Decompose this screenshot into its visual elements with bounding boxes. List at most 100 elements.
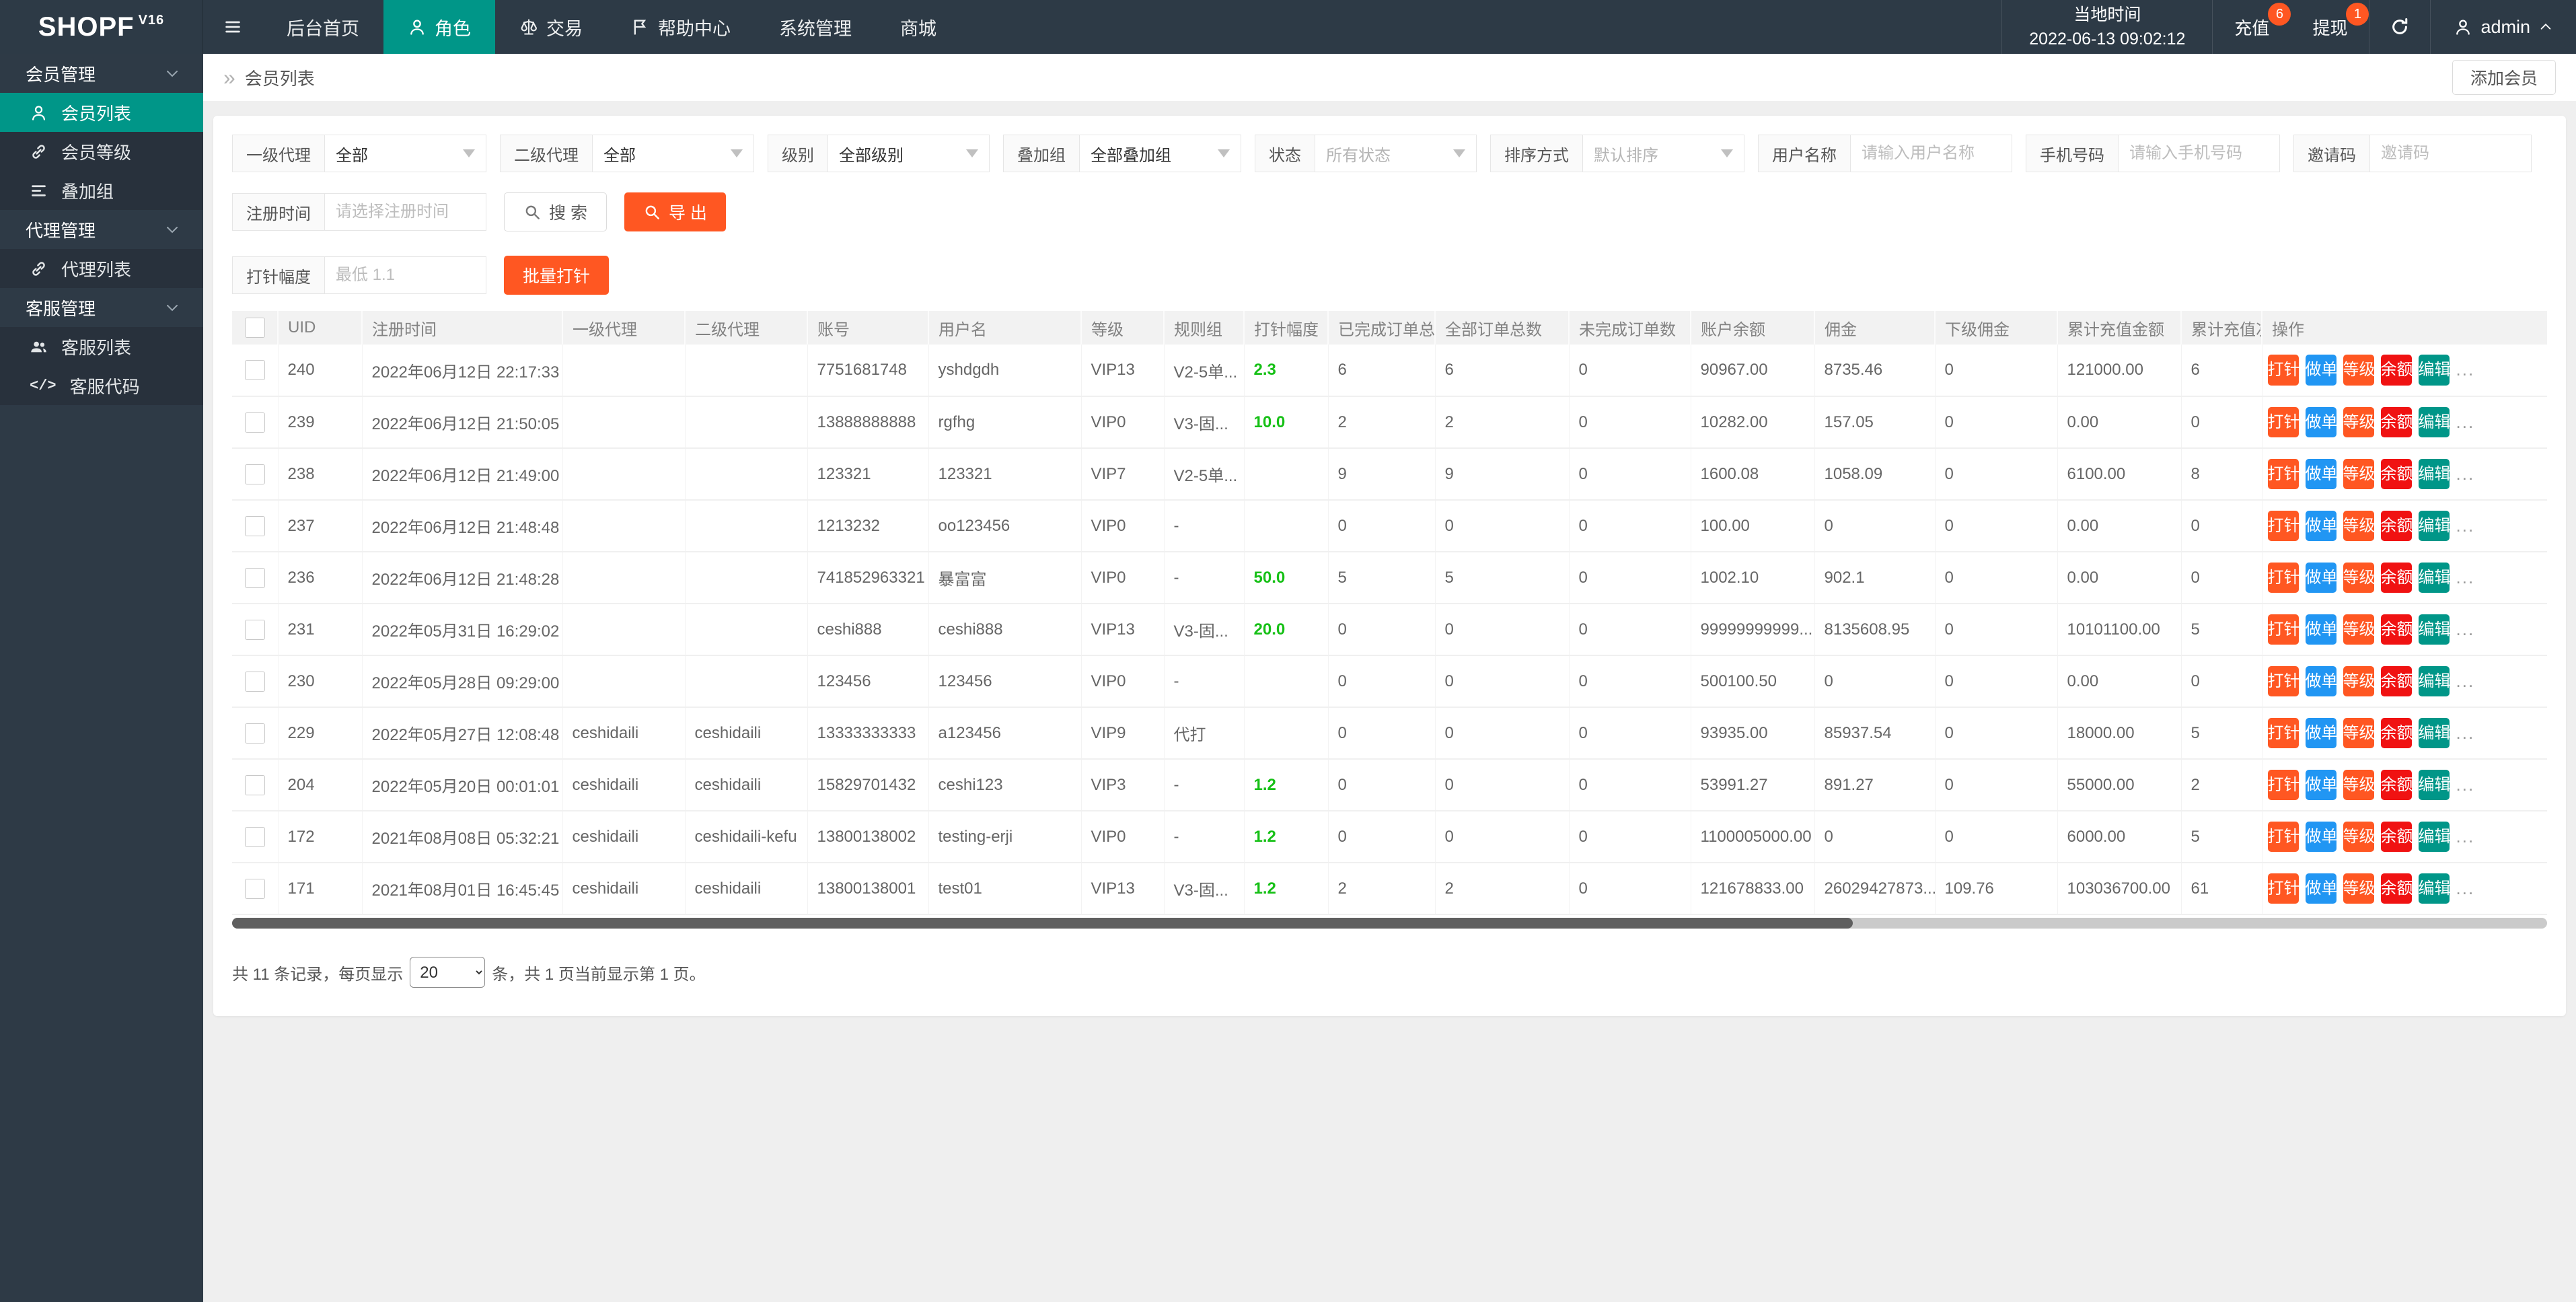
filter-input-用户名称[interactable] (1851, 135, 2012, 172)
more-actions-button[interactable]: ... (2456, 412, 2475, 432)
action-余额-button[interactable]: 余额 (2381, 718, 2412, 748)
action-等级-button[interactable]: 等级 (2343, 666, 2374, 696)
action-余额-button[interactable]: 余额 (2381, 459, 2412, 489)
scrollbar-thumb[interactable] (232, 918, 1853, 929)
action-编辑-button[interactable]: 编辑 (2419, 511, 2450, 541)
action-编辑-button[interactable]: 编辑 (2419, 355, 2450, 385)
more-actions-button[interactable]: ... (2456, 774, 2475, 795)
user-menu[interactable]: admin (2430, 0, 2576, 54)
action-余额-button[interactable]: 余额 (2381, 355, 2412, 385)
action-等级-button[interactable]: 等级 (2343, 822, 2374, 852)
refresh-button[interactable] (2369, 0, 2430, 54)
row-checkbox[interactable] (245, 464, 265, 484)
action-做单-button[interactable]: 做单 (2306, 770, 2336, 800)
nav-item-帮助中心[interactable]: 帮助中心 (607, 0, 755, 54)
action-编辑-button[interactable]: 编辑 (2419, 614, 2450, 645)
action-等级-button[interactable]: 等级 (2343, 407, 2374, 437)
action-打针-button[interactable]: 打针 (2268, 355, 2299, 385)
more-actions-button[interactable]: ... (2456, 826, 2475, 846)
search-button[interactable]: 搜 索 (504, 192, 607, 231)
action-编辑-button[interactable]: 编辑 (2419, 770, 2450, 800)
action-打针-button[interactable]: 打针 (2268, 770, 2299, 800)
action-打针-button[interactable]: 打针 (2268, 511, 2299, 541)
filter-select-二级代理[interactable]: 全部 (593, 135, 754, 172)
action-余额-button[interactable]: 余额 (2381, 822, 2412, 852)
nav-item-后台首页[interactable]: 后台首页 (262, 0, 383, 54)
more-actions-button[interactable]: ... (2456, 567, 2475, 587)
action-等级-button[interactable]: 等级 (2343, 770, 2374, 800)
add-member-button[interactable]: 添加会员 (2452, 60, 2556, 95)
sidebar-item-代理列表[interactable]: 代理列表 (0, 249, 203, 288)
action-编辑-button[interactable]: 编辑 (2419, 459, 2450, 489)
action-做单-button[interactable]: 做单 (2306, 822, 2336, 852)
action-做单-button[interactable]: 做单 (2306, 563, 2336, 593)
action-打针-button[interactable]: 打针 (2268, 459, 2299, 489)
row-checkbox[interactable] (245, 620, 265, 640)
nav-item-交易[interactable]: 交易 (495, 0, 607, 54)
action-做单-button[interactable]: 做单 (2306, 614, 2336, 645)
inject-rate-input[interactable] (325, 256, 486, 294)
action-余额-button[interactable]: 余额 (2381, 770, 2412, 800)
filter-select-级别[interactable]: 全部级别 (828, 135, 990, 172)
sidebar-item-客服代码[interactable]: </>客服代码 (0, 366, 203, 405)
row-checkbox[interactable] (245, 775, 265, 795)
action-等级-button[interactable]: 等级 (2343, 563, 2374, 593)
filter-input-邀请码[interactable] (2370, 135, 2532, 172)
action-编辑-button[interactable]: 编辑 (2419, 666, 2450, 696)
reg-time-input[interactable] (325, 193, 486, 231)
export-button[interactable]: 导 出 (624, 192, 726, 231)
action-做单-button[interactable]: 做单 (2306, 407, 2336, 437)
action-等级-button[interactable]: 等级 (2343, 459, 2374, 489)
action-余额-button[interactable]: 余额 (2381, 563, 2412, 593)
action-做单-button[interactable]: 做单 (2306, 511, 2336, 541)
sidebar-group-代理管理[interactable]: 代理管理 (0, 210, 203, 249)
row-checkbox[interactable] (245, 568, 265, 588)
page-size-select[interactable]: 20 (410, 957, 485, 988)
action-余额-button[interactable]: 余额 (2381, 666, 2412, 696)
action-做单-button[interactable]: 做单 (2306, 718, 2336, 748)
sidebar-group-客服管理[interactable]: 客服管理 (0, 288, 203, 327)
row-checkbox[interactable] (245, 360, 265, 380)
more-actions-button[interactable]: ... (2456, 360, 2475, 380)
action-编辑-button[interactable]: 编辑 (2419, 563, 2450, 593)
nav-item-商城[interactable]: 商城 (876, 0, 961, 54)
action-等级-button[interactable]: 等级 (2343, 873, 2374, 904)
action-编辑-button[interactable]: 编辑 (2419, 407, 2450, 437)
sidebar-item-会员列表[interactable]: 会员列表 (0, 93, 203, 132)
row-checkbox[interactable] (245, 827, 265, 847)
select-all-checkbox[interactable] (245, 318, 265, 338)
action-打针-button[interactable]: 打针 (2268, 666, 2299, 696)
filter-select-一级代理[interactable]: 全部 (325, 135, 486, 172)
withdraw-button[interactable]: 提现 1 (2291, 0, 2369, 54)
row-checkbox[interactable] (245, 672, 265, 692)
batch-inject-button[interactable]: 批量打针 (504, 256, 609, 295)
row-checkbox[interactable] (245, 412, 265, 433)
action-等级-button[interactable]: 等级 (2343, 718, 2374, 748)
filter-select-排序方式[interactable]: 默认排序 (1583, 135, 1744, 172)
more-actions-button[interactable]: ... (2456, 619, 2475, 639)
row-checkbox[interactable] (245, 723, 265, 744)
action-做单-button[interactable]: 做单 (2306, 666, 2336, 696)
sidebar-group-会员管理[interactable]: 会员管理 (0, 54, 203, 93)
action-打针-button[interactable]: 打针 (2268, 873, 2299, 904)
more-actions-button[interactable]: ... (2456, 671, 2475, 691)
action-打针-button[interactable]: 打针 (2268, 822, 2299, 852)
action-余额-button[interactable]: 余额 (2381, 614, 2412, 645)
recharge-button[interactable]: 充值 6 (2213, 0, 2291, 54)
action-余额-button[interactable]: 余额 (2381, 511, 2412, 541)
action-打针-button[interactable]: 打针 (2268, 407, 2299, 437)
action-编辑-button[interactable]: 编辑 (2419, 718, 2450, 748)
action-余额-button[interactable]: 余额 (2381, 407, 2412, 437)
nav-item-系统管理[interactable]: 系统管理 (755, 0, 876, 54)
action-余额-button[interactable]: 余额 (2381, 873, 2412, 904)
more-actions-button[interactable]: ... (2456, 878, 2475, 898)
filter-input-手机号码[interactable] (2119, 135, 2280, 172)
collapse-sidebar-button[interactable] (203, 0, 262, 54)
sidebar-item-会员等级[interactable]: 会员等级 (0, 132, 203, 171)
action-等级-button[interactable]: 等级 (2343, 511, 2374, 541)
row-checkbox[interactable] (245, 879, 265, 899)
action-做单-button[interactable]: 做单 (2306, 459, 2336, 489)
action-编辑-button[interactable]: 编辑 (2419, 873, 2450, 904)
sidebar-item-客服列表[interactable]: 客服列表 (0, 327, 203, 366)
action-等级-button[interactable]: 等级 (2343, 355, 2374, 385)
